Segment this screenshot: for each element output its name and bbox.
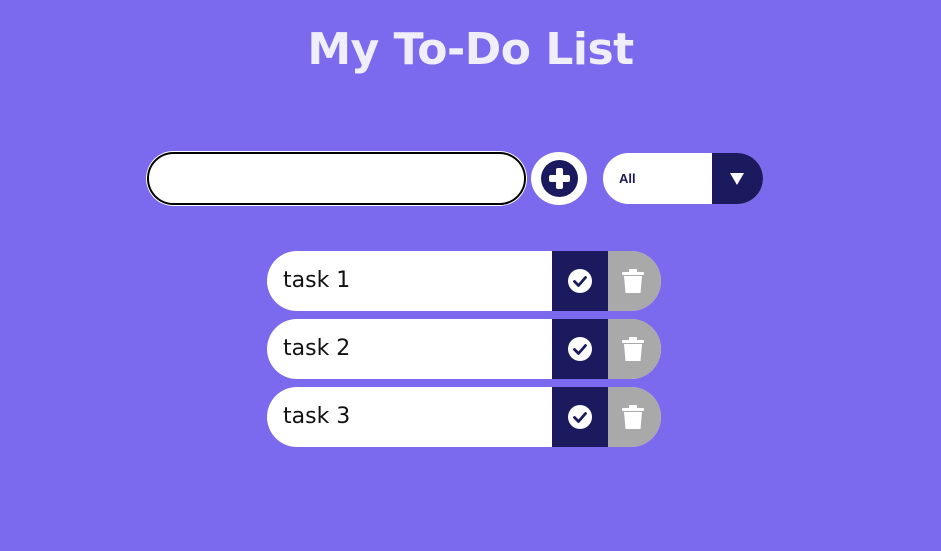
todo-app: My To-Do List All task 1 task 2 task 3 [0,0,941,551]
complete-button[interactable] [552,251,608,311]
filter-select[interactable]: All [603,153,763,204]
plus-circle-icon [540,160,578,197]
filter-dropdown-arrow[interactable] [712,153,763,204]
check-circle-icon [568,269,592,293]
delete-button[interactable] [608,251,661,311]
filter-selected-value: All [619,171,636,186]
page-title: My To-Do List [307,24,634,75]
todo-item: task 2 [267,319,661,379]
check-circle-icon [568,337,592,361]
delete-button[interactable] [608,387,661,447]
todo-text: task 3 [283,404,351,429]
trash-icon [621,405,644,429]
todo-list: task 1 task 2 task 3 [267,251,661,455]
todo-input[interactable] [147,152,526,205]
check-circle-icon [568,405,592,429]
triangle-down-icon [729,172,744,185]
todo-text: task 1 [283,268,351,293]
trash-icon [621,337,644,361]
todo-form: All [147,152,767,206]
add-todo-button[interactable] [531,152,587,205]
todo-text: task 2 [283,336,351,361]
delete-button[interactable] [608,319,661,379]
todo-item: task 1 [267,251,661,311]
complete-button[interactable] [552,387,608,447]
todo-item: task 3 [267,387,661,447]
trash-icon [621,269,644,293]
complete-button[interactable] [552,319,608,379]
